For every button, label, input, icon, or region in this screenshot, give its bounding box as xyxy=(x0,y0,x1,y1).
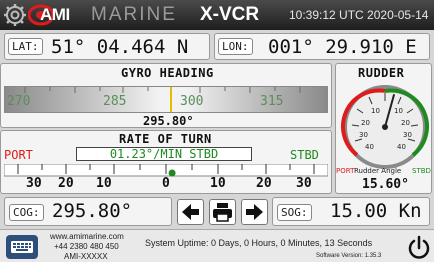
rudder-value: 15.60° xyxy=(362,177,409,192)
datetime: 10:39:12 UTC 2020-05-14 xyxy=(289,8,429,22)
gear-icon[interactable] xyxy=(3,3,27,27)
rudder-dial-label: 40 xyxy=(365,143,374,151)
keyboard-button[interactable] xyxy=(6,235,38,259)
rudder-caption-row: PORT Rudder Angle STBD xyxy=(334,167,434,177)
power-icon xyxy=(408,235,430,259)
rot-title: RATE OF TURN xyxy=(119,132,212,146)
rot-stbd-label: STBD xyxy=(290,148,319,162)
arrow-left-icon xyxy=(182,204,199,220)
lon-value: 001° 29.910 E xyxy=(268,36,417,58)
rudder-dial-label: 10 xyxy=(371,107,380,115)
contact-website[interactable]: www.amimarine.com xyxy=(50,232,124,241)
tape-ticks xyxy=(24,87,301,93)
rudder-dial-label: 30 xyxy=(359,131,368,139)
print-button[interactable] xyxy=(209,199,236,225)
cog-label: COG: xyxy=(9,204,44,221)
brand-division: MARINE xyxy=(91,4,177,25)
rot-scale-label: 30 xyxy=(26,176,42,191)
contact-phone: +44 2380 480 450 xyxy=(54,242,119,251)
product-name: X-VCR xyxy=(200,4,260,25)
rot-scale-label: 0 xyxy=(162,176,170,191)
rudder-port-label: PORT xyxy=(336,167,355,175)
sog-value: 15.00 Kn xyxy=(330,200,422,222)
rot-scale-label: 10 xyxy=(210,176,226,191)
sog-label: SOG: xyxy=(277,204,312,221)
lat-label: LAT: xyxy=(8,38,43,55)
rudder-title: RUDDER xyxy=(358,66,405,80)
rot-scale-labels: 30 20 10 0 10 20 30 xyxy=(4,176,328,192)
next-button[interactable] xyxy=(241,199,268,225)
rudder-dial-label: 10 xyxy=(394,107,403,115)
heading-tape: 270 285 300 315 xyxy=(4,86,328,113)
previous-button[interactable] xyxy=(177,199,204,225)
rot-scale-label: 20 xyxy=(256,176,272,191)
rudder-dial-label: 30 xyxy=(403,131,412,139)
arrow-right-icon xyxy=(246,204,263,220)
rot-value: 01.23°/MIN STBD xyxy=(109,147,219,161)
printer-icon xyxy=(213,203,232,222)
rot-scale-label: 20 xyxy=(58,176,74,191)
rot-port-label: PORT xyxy=(4,148,33,162)
system-uptime: System Uptime: 0 Days, 0 Hours, 0 Minute… xyxy=(145,238,373,248)
keyboard-icon xyxy=(11,241,33,253)
contact-code: AMI-XXXXX xyxy=(64,252,108,261)
heading-pointer xyxy=(170,87,172,112)
rudder-stbd-label: STBD xyxy=(412,167,431,175)
rot-value-box: 01.23°/MIN STBD xyxy=(76,147,252,161)
gyro-title: GYRO HEADING xyxy=(121,66,214,80)
header-bar: AMI MARINE X-VCR 10:39:12 UTC 2020-05-14 xyxy=(0,0,434,30)
software-version: Software Version: 1.35.3 xyxy=(316,253,382,259)
power-button[interactable] xyxy=(406,233,432,261)
rot-scale-label: 10 xyxy=(96,176,112,191)
rot-scale-label: 30 xyxy=(296,176,312,191)
cog-value: 295.80° xyxy=(52,200,133,222)
rudder-caption: Rudder Angle xyxy=(354,167,402,175)
footer-bar: www.amimarine.com +44 2380 480 450 AMI-X… xyxy=(0,229,434,262)
gyro-value: 295.80° xyxy=(143,114,194,128)
brand-name: AMI xyxy=(40,5,70,24)
lon-label: LON: xyxy=(218,38,253,55)
rudder-gauge: 10 10 20 20 30 30 40 40 xyxy=(340,85,430,169)
rudder-dial-label: 40 xyxy=(397,143,406,151)
rudder-dial-label: 20 xyxy=(361,119,370,127)
rudder-dial-label: 20 xyxy=(401,119,410,127)
lat-value: 51° 04.464 N xyxy=(51,36,189,58)
